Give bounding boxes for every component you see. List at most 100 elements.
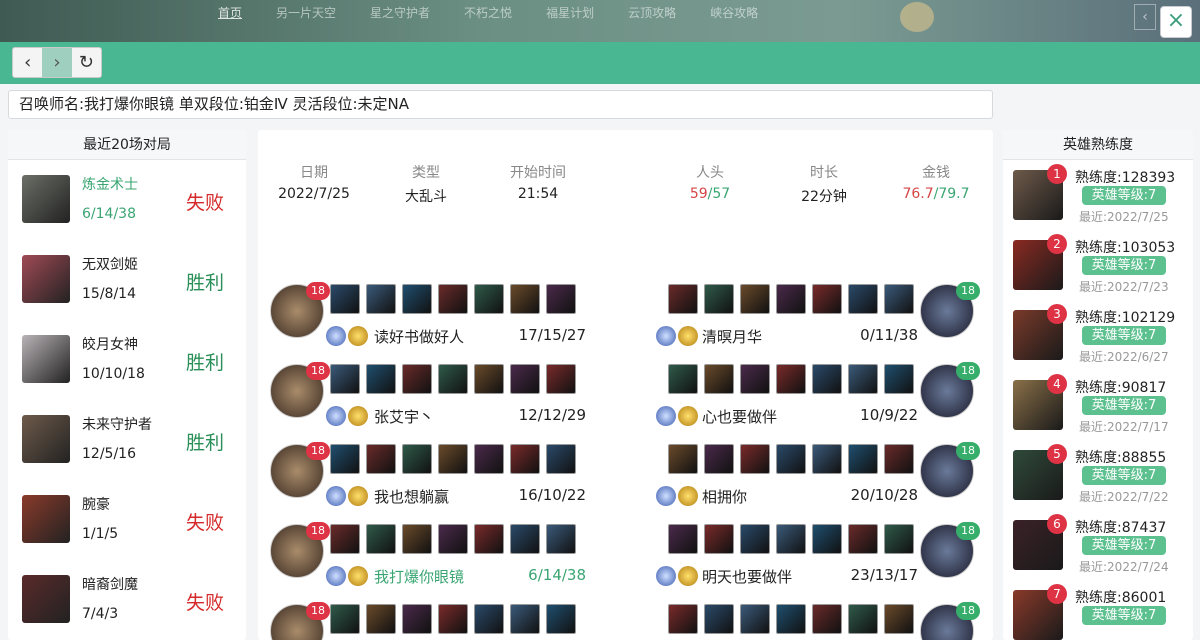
summoner-spell-icon	[348, 566, 368, 586]
game-row[interactable]: 暗裔剑魔 7/4/3 失败	[8, 560, 246, 640]
left-player-name[interactable]: 我也想躺赢	[374, 486, 449, 507]
recent-games-panel: 最近20场对局 炼金术士 6/14/38 失败 无双剑姬 15/8/14 胜利 皎月女神 10…	[8, 130, 246, 640]
right-item-icon	[884, 444, 914, 474]
mastery-recent-date: 最近:2022/7/17	[1079, 420, 1169, 434]
right-item-icon	[776, 524, 806, 554]
mastery-points: 熟练度:102129	[1075, 310, 1176, 326]
mastery-rank-badge: 1	[1047, 164, 1067, 184]
mastery-row[interactable]: 2 熟练度:103053 英雄等级:7 最近:2022/7/23	[1003, 230, 1193, 300]
mastery-row[interactable]: 1 熟练度:128393 英雄等级:7 最近:2022/7/25	[1003, 160, 1193, 230]
date-col: 日期 2022/7/25	[276, 162, 352, 202]
game-row[interactable]: 腕豪 1/1/5 失败	[8, 480, 246, 560]
back-button[interactable]: ‹	[13, 48, 42, 77]
left-player-name[interactable]: 我打爆你眼镜	[374, 566, 464, 587]
game-row[interactable]: 炼金术士 6/14/38 失败	[8, 160, 246, 240]
item-slots	[330, 604, 576, 634]
duration-col: 时长 22分钟	[786, 162, 862, 206]
start-col: 开始时间 21:54	[498, 162, 578, 202]
kills-value: 59/57	[672, 186, 748, 202]
start-value: 21:54	[517, 186, 559, 202]
left-item-icon	[402, 524, 432, 554]
mastery-row[interactable]: 3 熟练度:102129 英雄等级:7 最近:2022/6/27	[1003, 300, 1193, 370]
champion-avatar	[22, 255, 70, 303]
champion-avatar	[22, 175, 70, 223]
right-player-name[interactable]: 相拥你	[702, 486, 747, 507]
left-item-icon	[438, 284, 468, 314]
forward-button[interactable]: ›	[42, 48, 72, 77]
right-player-level: 18	[956, 602, 980, 620]
mastery-row[interactable]: 7 熟练度:86001 英雄等级:7	[1003, 580, 1193, 640]
mastery-row[interactable]: 5 熟练度:88855 英雄等级:7 最近:2022/7/22	[1003, 440, 1193, 510]
item-slots	[668, 524, 914, 554]
right-item-icon	[848, 524, 878, 554]
duration-value: 22分钟	[801, 189, 847, 205]
right-item-icon	[704, 444, 734, 474]
game-champion-name: 未来守护者	[82, 417, 152, 433]
game-champion-name: 无双剑姬	[82, 257, 138, 273]
right-item-icon	[704, 364, 734, 394]
right-item-icon	[884, 364, 914, 394]
right-item-icon	[776, 604, 806, 634]
mastery-row[interactable]: 6 熟练度:87437 英雄等级:7 最近:2022/7/24	[1003, 510, 1193, 580]
left-player-name[interactable]: 读好书做好人	[374, 326, 464, 347]
right-player-name[interactable]: 心也要做伴	[702, 406, 777, 427]
kills-col: 人头 59/57	[672, 162, 748, 202]
mastery-recent-date: 最近:2022/6/27	[1079, 350, 1169, 364]
nav-button-group: ‹ › ↻	[12, 47, 102, 78]
right-item-icon	[812, 284, 842, 314]
mastery-panel: 英雄熟练度 1 熟练度:128393 英雄等级:7 最近:2022/7/25 2 熟练度:…	[1003, 130, 1193, 640]
summoner-spell-icon	[656, 566, 676, 586]
summoner-spell-icon	[656, 486, 676, 506]
game-row[interactable]: 无双剑姬 15/8/14 胜利	[8, 240, 246, 320]
left-item-icon	[438, 524, 468, 554]
right-item-icon	[740, 364, 770, 394]
refresh-icon: ↻	[78, 52, 94, 73]
summoner-spell-icon	[326, 406, 346, 426]
mastery-level-badge: 英雄等级:7	[1082, 466, 1166, 485]
right-item-icon	[884, 604, 914, 634]
game-kda: 12/5/16	[82, 446, 136, 462]
refresh-button[interactable]: ↻	[72, 48, 101, 77]
bg-nav-item: 峡谷攻略	[710, 6, 759, 20]
mastery-rank-badge: 3	[1047, 304, 1067, 324]
date-value: 2022/7/25	[278, 186, 350, 202]
summoner-spell-icon	[326, 326, 346, 346]
game-kda: 1/1/5	[82, 526, 119, 542]
left-player-name[interactable]: 张艾宇丶	[374, 406, 434, 427]
gold-right: 79.7	[938, 186, 970, 202]
right-player-level: 18	[956, 362, 980, 380]
bg-nav-item: 星之守护者	[370, 6, 431, 20]
gold-label: 金钱	[922, 165, 950, 181]
right-player-level: 18	[956, 282, 980, 300]
left-player-kda: 17/15/27	[518, 326, 586, 344]
item-slots	[668, 604, 914, 634]
chevron-right-icon: ›	[53, 52, 61, 73]
left-item-icon	[330, 604, 360, 634]
right-player-level: 18	[956, 442, 980, 460]
left-item-icon	[402, 364, 432, 394]
mastery-level-badge: 英雄等级:7	[1082, 186, 1166, 205]
mastery-row[interactable]: 4 熟练度:90817 英雄等级:7 最近:2022/7/17	[1003, 370, 1193, 440]
game-kda: 6/14/38	[82, 206, 136, 222]
mastery-rank-badge: 2	[1047, 234, 1067, 254]
right-item-icon	[740, 604, 770, 634]
left-item-icon	[438, 364, 468, 394]
summoner-spell-icon	[678, 326, 698, 346]
summoner-spell-icon	[656, 326, 676, 346]
gold-left: 76.7	[902, 186, 934, 202]
left-player-kda: 12/12/29	[518, 406, 586, 424]
game-row[interactable]: 皎月女神 10/10/18 胜利	[8, 320, 246, 400]
game-row[interactable]: 未来守护者 12/5/16 胜利	[8, 400, 246, 480]
game-kda: 7/4/3	[82, 606, 119, 622]
mastery-rank-badge: 6	[1047, 514, 1067, 534]
close-button[interactable]: ×	[1160, 6, 1192, 38]
left-item-icon	[474, 604, 504, 634]
left-item-icon	[510, 284, 540, 314]
left-item-icon	[510, 524, 540, 554]
right-player-level: 18	[956, 522, 980, 540]
mastery-level-badge: 英雄等级:7	[1082, 606, 1166, 625]
left-item-icon	[330, 364, 360, 394]
right-item-icon	[704, 284, 734, 314]
right-player-name[interactable]: 清暝月华	[702, 326, 762, 347]
right-player-name[interactable]: 明天也要做伴	[702, 566, 792, 587]
